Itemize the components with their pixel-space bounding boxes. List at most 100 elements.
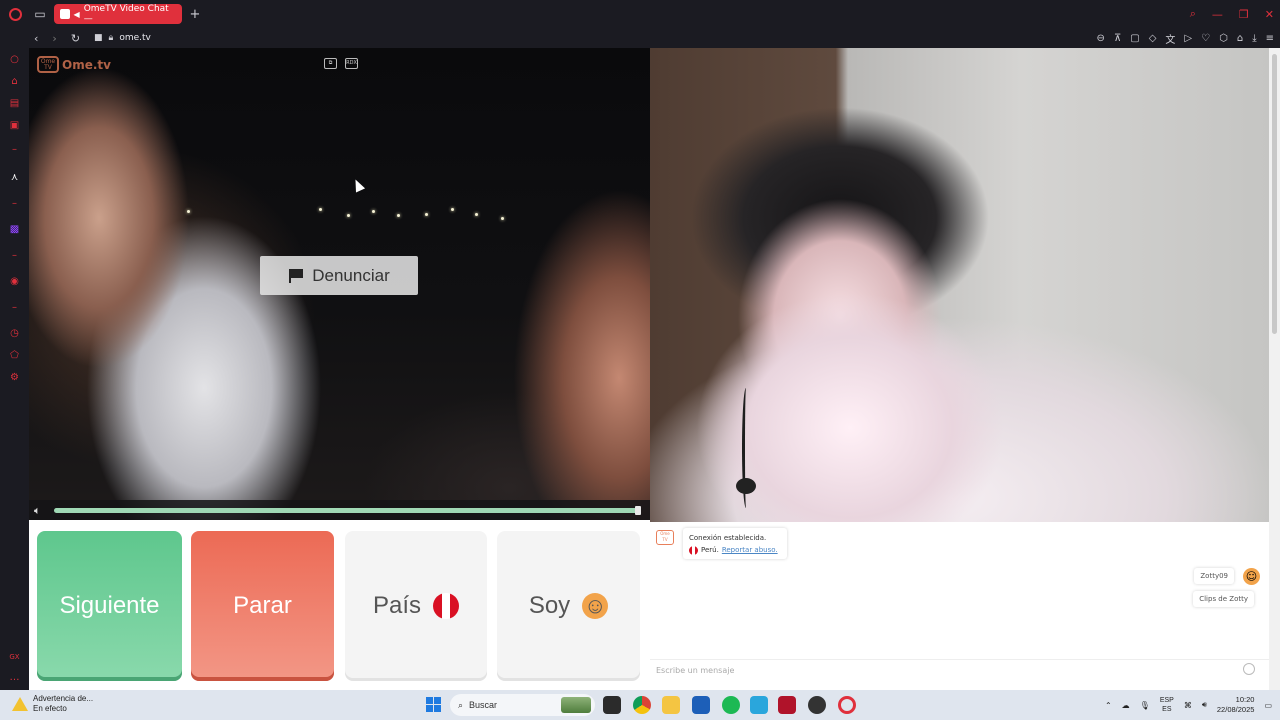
messenger-icon[interactable]: ▤ (9, 98, 20, 109)
taskbar-search[interactable]: ⌕ Buscar (450, 694, 595, 716)
stranger-video[interactable]: Ome TV Ome.tv ⧉ RDX Denunciar 🔈︎ (29, 48, 650, 520)
flag-icon (288, 268, 304, 284)
video-top-icons: ⧉ RDX (324, 58, 358, 69)
chrome-icon[interactable] (633, 696, 651, 714)
country-selector[interactable]: País (345, 531, 487, 681)
aria-icon[interactable]: ○ (9, 54, 20, 65)
chat-panel: Ome TV Conexión establecida. Perú. Report… (650, 522, 1269, 690)
warning-icon[interactable] (12, 697, 28, 711)
settings-icon[interactable]: ⚙ (9, 372, 20, 383)
nav-buttons: ‹ › ↻ (34, 32, 80, 45)
self-video (650, 48, 1269, 522)
report-abuse-link[interactable]: Reportar abuso. (722, 544, 778, 556)
file-explorer-icon[interactable] (662, 696, 680, 714)
url-field[interactable]: ome.tv (119, 33, 151, 43)
more-icon[interactable]: … (9, 672, 20, 683)
translate-icon[interactable]: 文 (1165, 31, 1175, 46)
twitch-icon[interactable]: ▩ (9, 224, 20, 235)
task-view-icon[interactable] (603, 696, 621, 714)
search-tabs-icon[interactable]: ⌕ (1190, 7, 1196, 21)
new-tab-button[interactable]: + (188, 7, 202, 22)
warning-subtitle: En efecto (33, 704, 67, 713)
history-icon[interactable]: ◷ (9, 328, 20, 339)
my-avatar-icon: ☺ (1243, 568, 1260, 585)
store-icon[interactable] (692, 696, 710, 714)
extensions-icon[interactable]: ⬡ (1219, 33, 1228, 44)
window-controls: ⌕ — ❐ ✕ (1190, 0, 1274, 28)
tab-title: OmeTV Video Chat — (83, 4, 169, 24)
volume-slider[interactable] (54, 506, 641, 515)
back-button[interactable]: ‹ (34, 32, 38, 45)
report-button[interactable]: Denunciar (260, 256, 418, 295)
shield-icon[interactable]: ◇ (1149, 33, 1157, 44)
speaker-icon: ◀ (73, 9, 80, 19)
tab-ometv[interactable]: ◀ OmeTV Video Chat — (54, 4, 182, 24)
volume-slider-handle[interactable] (635, 506, 641, 515)
reload-button[interactable]: ↻ (71, 32, 80, 45)
clock[interactable]: 10:20 22/08/2025 (1217, 695, 1255, 715)
zoom-icon[interactable]: ⊖ (1097, 33, 1105, 44)
gx-icon[interactable]: GX (9, 652, 20, 663)
fences-icon[interactable] (750, 696, 768, 714)
scrollbar-thumb[interactable] (1272, 54, 1277, 334)
heart-icon[interactable]: ♡ (1201, 33, 1210, 44)
peru-flag-icon (433, 593, 460, 619)
player-icon[interactable]: ◉ (9, 276, 20, 287)
language-indicator[interactable]: ESP ES (1160, 696, 1174, 714)
profile-icon[interactable]: ⌂ (1237, 33, 1243, 44)
camera-in-use-icon[interactable]: ■ (94, 33, 103, 43)
divider-icon: – (12, 144, 17, 155)
lock-icon[interactable]: 🔒︎ (109, 33, 114, 43)
ometv-logo: Ome TV Ome.tv (37, 56, 111, 73)
system-message: Conexión establecida. Perú. Reportar abu… (683, 528, 787, 559)
notification-icon[interactable]: ▭ (1264, 701, 1272, 710)
chevron-up-icon[interactable]: ⌃ (1105, 701, 1112, 710)
stop-button[interactable]: Parar (191, 531, 334, 681)
cloud-icon[interactable]: ☁ (1122, 701, 1130, 710)
opera-logo-icon[interactable] (0, 0, 30, 28)
speaker-icon[interactable]: 🔊︎ (1202, 700, 1207, 710)
divider-icon: – (12, 198, 17, 209)
page-scrollbar[interactable] (1269, 48, 1280, 690)
pin-icon[interactable]: ⊼ (1114, 33, 1121, 44)
string-lights (179, 208, 509, 228)
maximize-button[interactable]: ❐ (1239, 8, 1249, 21)
menu-icon[interactable]: ≡ (1266, 33, 1274, 44)
volume-icon[interactable]: 🔈︎ (34, 504, 41, 518)
snapshot-icon[interactable]: ▢ (1130, 33, 1139, 44)
chat-message-input[interactable] (650, 659, 1269, 681)
tab-islands-icon[interactable]: ▭ (32, 6, 48, 22)
settings-icon[interactable]: RDX (345, 58, 358, 69)
browser-sidebar: ○ ⌂ ▤ ▣ – ⋏ – ▩ – ◉ – ◷ ⬠ ⚙ GX … (0, 48, 29, 690)
workspace-icon[interactable]: ⌂ (9, 76, 20, 87)
picture-in-picture-icon[interactable]: ⧉ (324, 58, 337, 69)
close-button[interactable]: ✕ (1265, 8, 1274, 21)
clock-date: 22/08/2025 (1216, 705, 1255, 714)
spotify-icon[interactable] (722, 696, 740, 714)
warning-notification[interactable]: Advertencia de... En efecto (33, 694, 93, 714)
clock-time: 10:20 (1235, 695, 1255, 704)
network-icon[interactable]: ⌘ (1184, 701, 1192, 710)
windows-start-icon[interactable] (426, 697, 441, 712)
obs-icon[interactable] (808, 696, 826, 714)
play-icon[interactable]: ▷ (1184, 33, 1192, 44)
forward-button[interactable]: › (52, 32, 56, 45)
tiktok-icon[interactable]: ⋏ (9, 172, 20, 183)
app-icon[interactable] (778, 696, 796, 714)
emoji-icon[interactable] (1243, 663, 1255, 675)
address-bar-tools: ⊖ ⊼ ▢ ◇ 文 ▷ ♡ ⬡ ⌂ ⤓ ≡ (1097, 28, 1274, 48)
opera-gx-icon[interactable] (838, 696, 856, 714)
headset-mic-tip (736, 478, 756, 494)
whatsapp-icon[interactable]: ▣ (9, 120, 20, 131)
extensions-sidebar-icon[interactable]: ⬠ (9, 350, 20, 361)
search-highlight-image (561, 697, 591, 713)
next-button[interactable]: Siguiente (37, 531, 182, 681)
ometv-tv-icon: Ome TV (37, 56, 59, 73)
mic-icon[interactable]: 🎙︎ (1140, 701, 1150, 710)
minimize-button[interactable]: — (1212, 8, 1223, 21)
ometv-page: Ome TV Ome.tv ⧉ RDX Denunciar 🔈︎ Siguien… (29, 48, 1280, 690)
gender-selector[interactable]: Soy ☺ (497, 531, 640, 681)
divider-icon: – (12, 250, 17, 261)
woman-avatar-icon: ☺ (582, 593, 609, 619)
download-icon[interactable]: ⤓ (1252, 33, 1256, 44)
